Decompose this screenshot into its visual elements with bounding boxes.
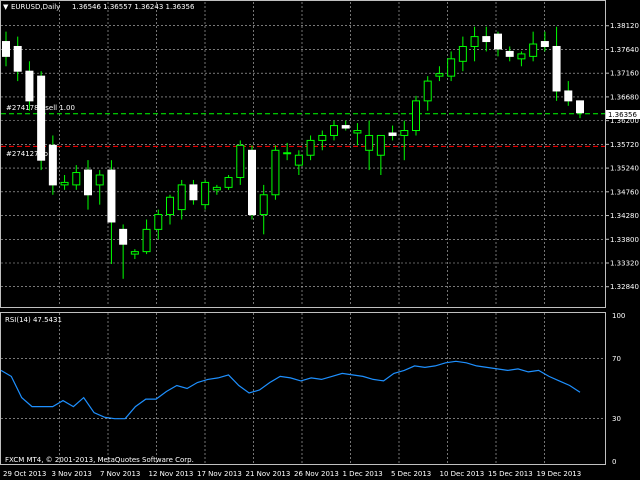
candle-body [353,130,362,134]
candle-body [564,90,573,102]
rsi-axis: 100 70 30 0 [612,312,625,466]
candle-body [72,172,81,186]
x-tick-label: 10 Dec 2013 [440,470,485,478]
chart-canvas: 1.381201.376401.371601.366801.362001.357… [0,0,640,478]
candle-body [529,43,538,57]
tp-order-label[interactable]: #274127 tp [6,150,49,158]
candle-body [552,45,561,92]
chart-header-symbol: EURUSD,Daily [11,3,60,11]
candle-body [576,100,584,114]
candle-body [212,186,221,191]
candle-body [435,73,444,77]
rsi-tick-label: 100 [612,312,625,320]
x-tick-label: 29 Oct 2013 [3,470,46,478]
price-axis: 1.381201.376401.371601.366801.362001.357… [605,22,639,291]
candle-body [365,134,374,151]
candle-body [259,194,268,216]
x-tick-label: 19 Dec 2013 [537,470,582,478]
y-tick-label: 1.37640 [610,46,639,54]
y-tick-label: 1.37160 [610,70,639,78]
y-tick-label: 1.34280 [610,212,639,220]
candle-body [400,130,409,136]
rsi-tick-label: 70 [612,355,621,363]
rsi-tick-label: 0 [612,458,616,466]
candle-body [470,36,479,47]
candle-body [376,134,385,156]
rsi-tick-label: 30 [612,415,621,423]
x-tick-label: 17 Nov 2013 [197,470,242,478]
y-tick-label: 1.35720 [610,141,639,149]
main-pane-frame [0,0,606,308]
x-tick-label: 1 Dec 2013 [343,470,383,478]
candle-body [423,80,432,102]
candle-body [201,181,210,206]
y-tick-label: 1.32840 [610,283,639,291]
candle-body [130,251,139,255]
chart-header-triangle-icon[interactable]: ▼ [3,3,9,11]
candle-body [341,125,350,129]
candle-body [95,174,104,186]
candle-body [294,154,303,166]
candle-body [494,33,502,50]
y-tick-label: 1.34760 [610,188,639,196]
y-tick-label: 1.35240 [610,165,639,173]
candle-body [48,144,57,186]
candle-body [318,134,327,141]
x-tick-label: 3 Nov 2013 [52,470,92,478]
candle-body [142,228,151,253]
candle-body [13,45,22,72]
candle-body [458,45,467,62]
candle-body [37,75,46,161]
time-axis: 29 Oct 2013 3 Nov 2013 7 Nov 2013 12 Nov 20… [3,470,581,478]
x-tick-label: 7 Nov 2013 [100,470,140,478]
candle-body [505,50,514,57]
candle-body [189,184,198,201]
candle-body [236,144,245,178]
x-tick-label: 12 Nov 2013 [149,470,194,478]
candle-body [119,228,128,245]
candle-body [271,149,280,196]
y-tick-label: 1.33320 [610,259,639,267]
candle-body [248,149,256,216]
candle-body [540,41,549,47]
x-tick-label: 5 Dec 2013 [391,470,431,478]
candle-body [388,132,397,136]
current-price-label: 1.36356 [608,111,637,119]
sell-order-label[interactable]: #2741788 sell 1.00 [6,104,75,112]
y-tick-label: 1.36680 [610,93,639,101]
copyright-text: FXCM MT4, © 2001-2013, MetaQuotes Softwa… [5,456,194,464]
x-tick-label: 15 Dec 2013 [488,470,533,478]
candle-body [412,100,420,132]
chart-header-ohlc: 1.36546 1.36557 1.36243 1.36356 [72,3,195,11]
candle-body [25,70,34,102]
candle-body [60,181,69,186]
y-tick-label: 1.38120 [610,22,639,30]
rsi-header: RSI(14) 47.5431 [5,316,62,324]
candle-body [84,169,92,196]
candle-body [2,41,10,57]
candle-body [517,53,526,60]
y-tick-label: 1.33800 [610,236,639,244]
candle-body [177,184,186,211]
candle-body [447,58,456,77]
x-tick-label: 21 Nov 2013 [246,470,291,478]
candle-body [107,169,116,223]
x-tick-label: 26 Nov 2013 [294,470,339,478]
candle-body [330,125,338,136]
candle-body [306,139,315,156]
candle-body [154,214,163,230]
candle-body [166,196,174,216]
candle-body [283,152,292,155]
candle-body [482,36,491,43]
candle-body [224,176,233,188]
rsi-pane-frame [0,312,606,465]
